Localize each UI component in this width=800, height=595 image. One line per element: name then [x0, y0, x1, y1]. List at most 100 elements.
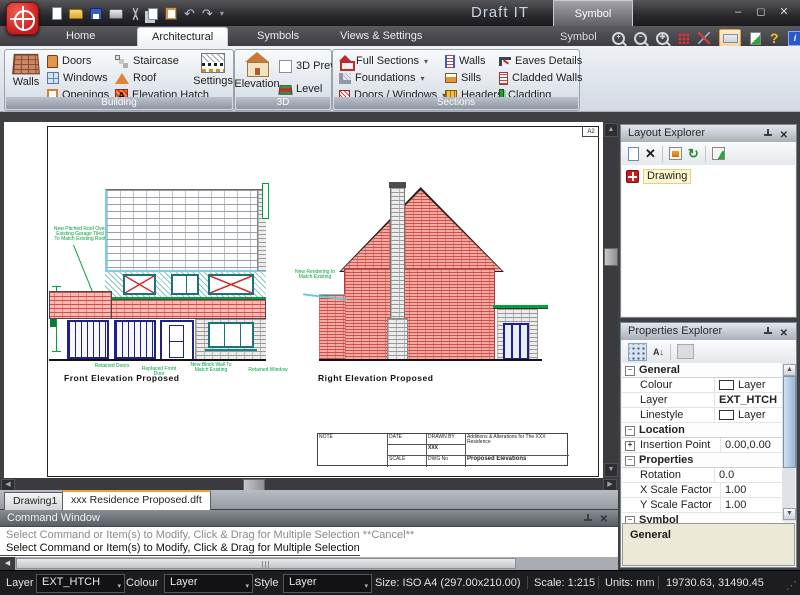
- prop-row-xscale[interactable]: X Scale Factor1.00: [622, 483, 784, 498]
- properties-explorer-titlebar[interactable]: Properties Explorer ✕: [621, 323, 796, 340]
- roof-button[interactable]: Roof: [115, 70, 156, 86]
- style-dropdown[interactable]: Layer▾: [283, 574, 372, 593]
- print-icon[interactable]: [109, 9, 123, 19]
- paste-icon[interactable]: [165, 7, 177, 20]
- context-tab-symbol[interactable]: Symbol: [553, 0, 633, 26]
- alphabetical-sort-icon[interactable]: A↓: [653, 347, 664, 357]
- ground-line-front[interactable]: [49, 359, 266, 361]
- layer-dropdown[interactable]: EXT_HTCH▾: [36, 574, 125, 593]
- colour-swatch[interactable]: [719, 380, 734, 390]
- tab-symbols[interactable]: Symbols: [243, 27, 313, 46]
- pin-icon[interactable]: [763, 129, 772, 138]
- prop-row-layer[interactable]: LayerEXT_HTCH: [622, 393, 784, 408]
- maximize-button[interactable]: ◻: [753, 7, 769, 19]
- section-walls-button[interactable]: Walls: [445, 53, 485, 69]
- linestyle-swatch[interactable]: [719, 410, 734, 420]
- command-window-body[interactable]: Select Command or Item(s) to Modify, Cli…: [0, 526, 618, 557]
- prop-row-linestyle[interactable]: LinestyleLayer: [622, 408, 784, 423]
- walls-button[interactable]: Walls: [9, 53, 43, 88]
- draw-line-icon[interactable]: [698, 32, 710, 44]
- flat-roof-band[interactable]: [111, 299, 266, 319]
- upper-window-1[interactable]: [123, 274, 156, 295]
- ground-line-right[interactable]: [319, 359, 542, 361]
- resize-grip[interactable]: ⋰: [786, 579, 797, 592]
- full-sections-button[interactable]: Full Sections▾: [339, 53, 428, 69]
- command-scroll-thumb[interactable]: [16, 558, 516, 569]
- colour-dropdown[interactable]: Layer▾: [164, 574, 253, 593]
- sills-button[interactable]: Sills: [445, 70, 481, 86]
- garage-door-2[interactable]: [114, 320, 156, 359]
- annotation-block-wall[interactable]: New Block Wall To Match Existing: [190, 363, 232, 373]
- canvas-vscrollbar[interactable]: ▲ ▼: [603, 122, 618, 478]
- chimney-breast[interactable]: [387, 318, 408, 360]
- elevation-button[interactable]: Elevation: [237, 52, 277, 90]
- downpipe[interactable]: [262, 183, 269, 219]
- pin-icon[interactable]: [763, 327, 772, 336]
- scroll-up-icon[interactable]: ▲: [783, 364, 796, 376]
- foundations-button[interactable]: Foundations▾: [339, 70, 425, 86]
- windows-button[interactable]: Windows: [47, 70, 108, 86]
- layout-item-label[interactable]: Drawing: [643, 169, 691, 184]
- group-row-location[interactable]: −Location: [622, 423, 784, 438]
- eaves-details-button[interactable]: Eaves Details: [499, 53, 582, 69]
- doors-button[interactable]: Doors: [47, 53, 91, 69]
- info-icon[interactable]: i: [788, 31, 800, 46]
- drawing-sheet[interactable]: A2 New Pitched Roof Over Existing Garage…: [47, 126, 599, 477]
- redo-icon[interactable]: ↷: [202, 7, 213, 20]
- zoom-in-icon[interactable]: +: [612, 32, 625, 45]
- tab-home[interactable]: Home: [52, 27, 109, 46]
- annotation-doors[interactable]: Retained Doors: [92, 364, 132, 369]
- prop-row-colour[interactable]: ColourLayer: [622, 378, 784, 393]
- doc-tab-residence[interactable]: xxx Residence Proposed.dft: [62, 490, 211, 511]
- import-layout-icon[interactable]: [669, 147, 682, 160]
- property-pages-icon[interactable]: [677, 344, 694, 359]
- scroll-down-icon[interactable]: ▼: [604, 463, 618, 477]
- scroll-left-icon[interactable]: ◀: [0, 557, 15, 570]
- extension-door[interactable]: [503, 323, 529, 360]
- layout-list[interactable]: Drawing: [622, 165, 795, 316]
- right-wall[interactable]: [344, 268, 495, 360]
- command-hscrollbar[interactable]: ◀: [0, 557, 618, 570]
- scroll-up-icon[interactable]: ▲: [604, 123, 618, 137]
- pin-icon[interactable]: [583, 514, 592, 523]
- doc-tab-drawing1[interactable]: Drawing1: [4, 492, 66, 510]
- export-layout-icon[interactable]: [712, 147, 725, 160]
- export-icon[interactable]: [750, 32, 761, 45]
- upper-window-3[interactable]: [208, 274, 254, 295]
- save-icon[interactable]: [90, 8, 102, 20]
- garage-roof-band[interactable]: [49, 291, 112, 319]
- settings-button[interactable]: Settings: [195, 53, 231, 87]
- tab-architectural[interactable]: Architectural: [137, 27, 228, 46]
- undo-icon[interactable]: ↶: [184, 7, 195, 20]
- annotation-render[interactable]: New Rendering to Match Existing: [292, 270, 338, 280]
- cut-icon[interactable]: [130, 8, 141, 20]
- front-elevation-label[interactable]: Front Elevation Proposed: [64, 373, 179, 383]
- tab-views-settings[interactable]: Views & Settings: [326, 27, 436, 46]
- close-button[interactable]: ✕: [776, 7, 792, 19]
- level-button[interactable]: Level: [279, 81, 322, 97]
- copy-icon[interactable]: [148, 8, 158, 20]
- group-row-properties[interactable]: −Properties: [622, 453, 784, 468]
- scroll-down-icon[interactable]: ▼: [783, 508, 796, 520]
- prop-row-insertion[interactable]: +Insertion Point0.00,0.00: [622, 438, 784, 453]
- help-icon[interactable]: ?: [770, 31, 779, 45]
- prop-row-rotation[interactable]: Rotation0.0: [622, 468, 784, 483]
- vscroll-thumb[interactable]: [604, 248, 618, 266]
- front-door[interactable]: [160, 320, 194, 361]
- qat-overflow-icon[interactable]: ▾: [220, 9, 224, 18]
- delete-layout-icon[interactable]: ✕: [645, 147, 656, 160]
- front-roof[interactable]: [105, 189, 266, 271]
- new-document-icon[interactable]: [52, 7, 62, 20]
- right-side-wall[interactable]: [319, 294, 345, 360]
- snap-grid-icon[interactable]: [678, 33, 689, 44]
- garage-door-1[interactable]: [67, 320, 109, 359]
- command-window-titlebar[interactable]: Command Window ✕: [0, 510, 618, 526]
- cladded-walls-button[interactable]: Cladded Walls: [499, 70, 583, 86]
- chimney[interactable]: [390, 188, 405, 318]
- gable-roof[interactable]: [341, 190, 502, 271]
- layout-item-drawing[interactable]: Drawing: [622, 165, 795, 184]
- zoom-out-icon[interactable]: −: [634, 32, 647, 45]
- checkbox-icon[interactable]: [279, 60, 292, 73]
- refresh-layout-icon[interactable]: ↻: [688, 147, 699, 160]
- annotation-roof-note[interactable]: New Pitched Roof Over Existing Garage Ti…: [53, 227, 107, 242]
